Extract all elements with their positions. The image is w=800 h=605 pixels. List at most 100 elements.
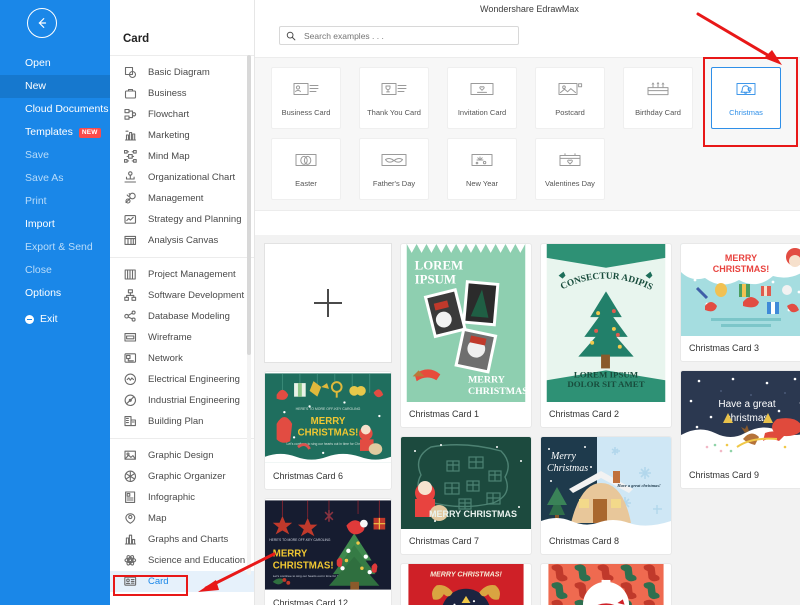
- file-menu-item-cloud-documents[interactable]: Cloud Documents: [0, 98, 110, 121]
- sidebar-item-marketing[interactable]: Marketing: [110, 125, 254, 146]
- svg-text:CHRISTMAS!: CHRISTMAS!: [713, 264, 770, 274]
- file-menu-item-save-as[interactable]: Save As: [0, 167, 110, 190]
- subcategory-card-christmas[interactable]: Christmas: [711, 67, 781, 129]
- sidebar-item-software-development[interactable]: Software Development: [110, 285, 254, 306]
- subcategory-card-postcard[interactable]: Postcard: [535, 67, 605, 129]
- subcategory-card-new-year[interactable]: New Year: [447, 138, 517, 200]
- gantt-icon: [124, 268, 137, 281]
- building-icon: [124, 415, 137, 428]
- template-name: Christmas Card 1: [409, 409, 480, 419]
- file-menu-item-close[interactable]: Close: [0, 259, 110, 282]
- subcategory-card-label: Valentines Day: [545, 179, 595, 188]
- subcategory-card-invitation-card[interactable]: Invitation Card: [447, 67, 517, 129]
- file-menu-item-open[interactable]: Open: [0, 52, 110, 75]
- template-card-christmas-card-3[interactable]: MERRY CHRISTMAS! Christmas Card 3: [681, 244, 800, 361]
- sidebar-item-mind-map[interactable]: Mind Map: [110, 146, 254, 167]
- template-name: Christmas Card 6: [273, 471, 344, 481]
- sidebar-item-card[interactable]: Card: [110, 571, 254, 592]
- sidebar-item-graphs-and-charts[interactable]: Graphs and Charts: [110, 529, 254, 550]
- sidebar-item-wireframe[interactable]: Wireframe: [110, 327, 254, 348]
- file-menu-item-label: Import: [25, 218, 55, 230]
- org-chart-icon: [124, 171, 137, 184]
- sidebar-item-building-plan[interactable]: Building Plan: [110, 411, 254, 432]
- template-card-card-stockings-partial[interactable]: [541, 564, 671, 605]
- category-scrollbar-thumb[interactable]: [247, 55, 251, 355]
- sidebar-item-label: Software Development: [148, 290, 245, 301]
- template-gallery[interactable]: HERE'S TO MORE OFF-KEY CAROLING MERRY CH…: [255, 235, 800, 605]
- template-name: Christmas Card 9: [689, 470, 760, 480]
- graphic-organizer-icon: [124, 470, 137, 483]
- template-thumbnail: HERE'S TO MORE OFF-KEY CAROLING MERRY CH…: [265, 372, 391, 464]
- template-card-christmas-card-12[interactable]: HERE'S TO MORE OFF-KEY CAROLING MERRY CH…: [265, 499, 391, 605]
- template-card-christmas-card-6[interactable]: HERE'S TO MORE OFF-KEY CAROLING MERRY CH…: [265, 372, 391, 489]
- sidebar-item-graphic-organizer[interactable]: Graphic Organizer: [110, 466, 254, 487]
- subcategory-card-birthday-card[interactable]: Birthday Card: [623, 67, 693, 129]
- svg-text:HERE'S TO MORE OFF-KEY CAROLIN: HERE'S TO MORE OFF-KEY CAROLING: [296, 407, 361, 411]
- subcategory-card-easter[interactable]: Easter: [271, 138, 341, 200]
- sidebar-item-analysis-canvas[interactable]: Analysis Canvas: [110, 230, 254, 251]
- template-card-christmas-card-8[interactable]: Merry Christmas Have a great christmas! …: [541, 437, 671, 554]
- svg-text:MERRY CHRISTMAS: MERRY CHRISTMAS: [429, 509, 517, 519]
- category-group: Project Management Software Development Da…: [110, 258, 254, 438]
- sidebar-item-industrial-engineering[interactable]: Industrial Engineering: [110, 390, 254, 411]
- template-thumbnail: [541, 564, 671, 605]
- file-menu-item-print[interactable]: Print: [0, 190, 110, 213]
- template-card-christmas-card-1[interactable]: LOREM IPSUM MERRY CHRISTMAS Christmas Ca…: [401, 244, 531, 427]
- subcategory-card-valentines-day[interactable]: Valentines Day: [535, 138, 605, 200]
- electrical-icon: [124, 373, 137, 386]
- template-card-christmas-card-9[interactable]: Have a great christmas Christmas Card 9: [681, 371, 800, 488]
- sidebar-item-label: Wireframe: [148, 332, 192, 343]
- file-menu-item-label: Save As: [25, 172, 64, 184]
- sidebar-item-label: Network: [148, 353, 183, 364]
- subcategory-card-father-s-day[interactable]: Father's Day: [359, 138, 429, 200]
- template-card-christmas-card-7[interactable]: MERRY CHRISTMAS Christmas Card 7: [401, 437, 531, 554]
- file-menu-item-label: Templates: [25, 126, 73, 138]
- business-card-icon: [293, 79, 319, 99]
- template-column: HERE'S TO MORE OFF-KEY CAROLING MERRY CH…: [265, 244, 391, 605]
- graphs-charts-icon: [124, 533, 137, 546]
- file-menu-item-new[interactable]: New: [0, 75, 110, 98]
- file-menu-item-save[interactable]: Save: [0, 144, 110, 167]
- sidebar-item-label: Mind Map: [148, 151, 190, 162]
- template-name: Christmas Card 3: [689, 343, 760, 353]
- sidebar-item-map[interactable]: Map: [110, 508, 254, 529]
- subcategory-card-thank-you-card[interactable]: Thank You Card: [359, 67, 429, 129]
- sidebar-item-basic-diagram[interactable]: Basic Diagram: [110, 62, 254, 83]
- search-box[interactable]: [279, 26, 519, 45]
- sidebar-item-infographic[interactable]: Infographic: [110, 487, 254, 508]
- file-menu-item-templates[interactable]: Templates NEW: [0, 121, 110, 144]
- sidebar-item-organizational-chart[interactable]: Organizational Chart: [110, 167, 254, 188]
- sidebar-item-graphic-design[interactable]: Graphic Design: [110, 445, 254, 466]
- file-menu-item-export-send[interactable]: Export & Send: [0, 236, 110, 259]
- template-columns: HERE'S TO MORE OFF-KEY CAROLING MERRY CH…: [265, 244, 800, 605]
- svg-text:MERRY CHRISTMAS!: MERRY CHRISTMAS!: [430, 570, 502, 578]
- sidebar-item-network[interactable]: Network: [110, 348, 254, 369]
- svg-text:MERRY: MERRY: [311, 416, 346, 427]
- sidebar-item-business[interactable]: Business: [110, 83, 254, 104]
- sidebar-item-management[interactable]: Management: [110, 188, 254, 209]
- infographic-icon: [124, 491, 137, 504]
- sidebar-item-database-modeling[interactable]: Database Modeling: [110, 306, 254, 327]
- sidebar-item-label: Map: [148, 513, 167, 524]
- subcategory-card-label: Father's Day: [372, 179, 416, 188]
- atom-icon: [124, 554, 137, 567]
- svg-text:LOREM IPSUM: LOREM IPSUM: [574, 369, 639, 379]
- sidebar-item-science-and-education[interactable]: Science and Education: [110, 550, 254, 571]
- template-card-christmas-card-2[interactable]: CONSECTUR ADIPISCING LOREM IPSUM DOLOR S…: [541, 244, 671, 427]
- blank-template-card[interactable]: [265, 244, 391, 362]
- file-menu-item-import[interactable]: Import: [0, 213, 110, 236]
- svg-text:Have a great: Have a great: [718, 399, 775, 410]
- sidebar-item-strategy-and-planning[interactable]: Strategy and Planning: [110, 209, 254, 230]
- sidebar-item-project-management[interactable]: Project Management: [110, 264, 254, 285]
- exit-button[interactable]: Exit: [0, 313, 110, 325]
- search-input[interactable]: [302, 29, 512, 42]
- subcategory-card-business-card[interactable]: Business Card: [271, 67, 341, 129]
- file-menu-item-options[interactable]: Options: [0, 282, 110, 305]
- file-menu-item-label: Options: [25, 287, 62, 299]
- sidebar-item-electrical-engineering[interactable]: Electrical Engineering: [110, 369, 254, 390]
- template-card-card-red-partial[interactable]: MERRY CHRISTMAS!: [401, 564, 531, 605]
- template-thumbnail: MERRY CHRISTMAS!: [681, 244, 800, 336]
- sidebar-item-flowchart[interactable]: Flowchart: [110, 104, 254, 125]
- category-group: Graphic Design Graphic Organizer Infograph…: [110, 439, 254, 598]
- back-button[interactable]: [27, 8, 57, 38]
